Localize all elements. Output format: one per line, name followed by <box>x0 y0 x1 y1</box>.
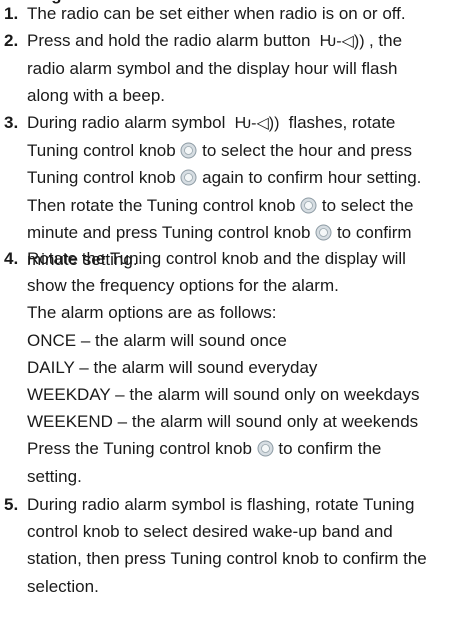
text-line: Rotate the Tuning control knob and the d… <box>27 249 406 268</box>
text-line: setting. <box>27 466 82 486</box>
text-line: Tuning control knob to select the hour a… <box>27 141 412 161</box>
text-line: Press and hold the radio alarm button Ƕ-… <box>27 27 468 55</box>
radio-alarm-icon: Ƕ-◁)) <box>230 115 284 132</box>
instruction-step: 5. During radio alarm symbol is flashing,… <box>4 491 468 611</box>
text-line: control knob to select desired wake-up b… <box>27 522 393 542</box>
step-number: 5. <box>4 495 19 514</box>
step-number: 3. <box>4 113 19 132</box>
step-text: Rotate the Tuning control knob and the d… <box>27 245 468 491</box>
step-number: 1. <box>4 4 19 23</box>
instruction-step: 3. During radio alarm symbol Ƕ-◁)) flashe… <box>4 109 468 269</box>
instruction-step: 4. Rotate the Tuning control knob and the… <box>4 245 468 491</box>
text-line: WEEKDAY – the alarm will sound only on w… <box>27 385 420 405</box>
step-number: 4. <box>4 249 19 268</box>
tuning-knob-icon <box>300 197 317 214</box>
step-number: 2. <box>4 31 19 50</box>
text-line: along with a beep. <box>27 86 165 106</box>
instruction-step: 1. The radio can be set either when radio… <box>4 0 468 27</box>
step-text: Press and hold the radio alarm button Ƕ-… <box>27 27 468 109</box>
tuning-knob-icon <box>180 169 197 186</box>
text-line: selection. <box>27 576 99 596</box>
step-text: The radio can be set either when radio i… <box>27 0 468 27</box>
text-line: radio alarm symbol and the display hour … <box>27 59 398 79</box>
text-line: show the frequency options for the alarm… <box>27 276 339 296</box>
tuning-knob-icon <box>315 224 332 241</box>
text-line: During radio alarm symbol Ƕ-◁)) flashes,… <box>27 109 468 137</box>
step-text: During radio alarm symbol Ƕ-◁)) flashes,… <box>27 109 468 269</box>
text-line: The radio can be set either when radio i… <box>27 4 406 23</box>
text-line: DAILY – the alarm will sound everyday <box>27 357 318 377</box>
text-line: ONCE – the alarm will sound once <box>27 330 287 350</box>
text-line: WEEKEND – the alarm will sound only at w… <box>27 412 419 432</box>
text-line: During radio alarm symbol is flashing, r… <box>27 495 415 514</box>
instruction-list: 1. The radio can be set either when radio… <box>4 0 468 611</box>
text-line: station, then press Tuning control knob … <box>27 549 427 569</box>
tuning-knob-icon <box>257 440 274 457</box>
tuning-knob-icon <box>180 142 197 159</box>
text-line: Press the Tuning control knob to confirm… <box>27 439 382 459</box>
radio-alarm-icon: Ƕ-◁)) <box>315 33 369 50</box>
text-line: Then rotate the Tuning control knob to s… <box>27 195 414 215</box>
text-line: Tuning control knob again to confirm hou… <box>27 168 422 188</box>
text-line: The alarm options are as follows: <box>27 303 277 323</box>
step-text: During radio alarm symbol is flashing, r… <box>27 491 468 611</box>
text-line: minute and press Tuning control knob to … <box>27 222 412 242</box>
instruction-step: 2. Press and hold the radio alarm button … <box>4 27 468 109</box>
